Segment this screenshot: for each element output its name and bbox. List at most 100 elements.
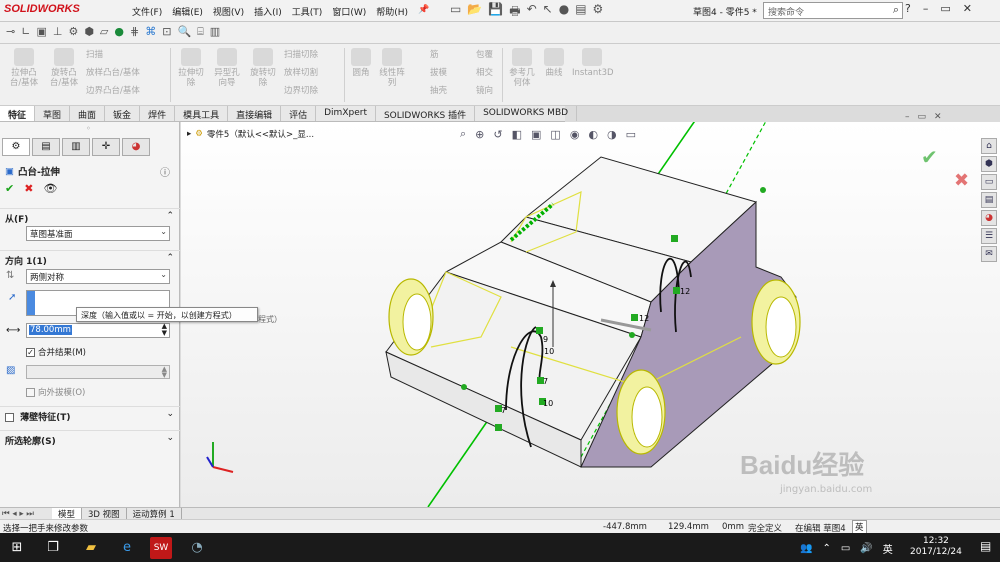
search-input[interactable]: 搜索命令 ⌕ [763, 2, 903, 19]
ime-indicator[interactable]: 英 [852, 520, 867, 534]
close-view-button[interactable]: ✕ [934, 112, 942, 122]
draft-angle-input[interactable]: ▲ ▼ [26, 365, 170, 379]
smart-dimension-icon[interactable]: ⊸ [6, 25, 15, 40]
tab-2[interactable]: 曲面 [70, 106, 106, 121]
relations-icon[interactable]: ⊥ [53, 25, 63, 40]
menu-help[interactable]: 帮助(H) [376, 5, 408, 18]
appearance-icon[interactable]: ◐ [588, 128, 598, 141]
options-icon[interactable]: ⚙ [593, 2, 604, 23]
checkbox-icon[interactable] [26, 387, 35, 397]
collapse-chevron-icon[interactable]: ⌃ [166, 211, 174, 221]
app-icon[interactable]: ◔ [186, 537, 208, 559]
property-manager-tab[interactable]: ▤ [32, 138, 60, 156]
view-orientation-icon[interactable]: ▣ [531, 128, 541, 141]
file-explorer-icon[interactable]: ▰ [80, 537, 102, 559]
boundary-cut-button[interactable]: 边界切除 [284, 86, 318, 97]
intersect-button[interactable]: 相交 [476, 68, 493, 79]
edge-icon[interactable]: e [116, 537, 138, 559]
tab-scroll-arrows-icon[interactable]: ⏮ ◂ ▸ ⏭ [0, 509, 52, 519]
notifications-icon[interactable]: ▤ [980, 539, 991, 553]
tab-4[interactable]: 焊件 [140, 106, 176, 121]
from-section[interactable]: 从(F) ⌃ [0, 208, 180, 226]
clock[interactable]: 12:32 2017/12/24 [910, 536, 962, 558]
rebuild-icon[interactable]: ● [559, 2, 569, 23]
tab-1[interactable]: 草图 [35, 106, 71, 121]
task-view-icon[interactable]: ❐ [42, 537, 64, 559]
drag-handle-icon[interactable]: ◦ [86, 124, 91, 133]
preview-icon[interactable]: 👁 [43, 182, 57, 195]
tab-8[interactable]: DimXpert [316, 106, 376, 121]
file-properties-icon[interactable]: ▤ [575, 2, 586, 23]
select-icon[interactable]: ↖ [543, 2, 553, 23]
sweep-button[interactable]: 扫描 [86, 50, 103, 61]
sweep-cut-button[interactable]: 扫描切除 [284, 50, 318, 61]
expand-arrow-icon[interactable]: ▸ [187, 129, 191, 139]
zoom-to-fit-icon[interactable]: ⌕ [460, 127, 466, 141]
tab-7[interactable]: 评估 [281, 106, 317, 121]
dimxpert-tab[interactable]: ✛ [92, 138, 120, 156]
pin-icon[interactable]: 📌 [418, 5, 429, 18]
close-button[interactable]: ✕ [963, 2, 972, 15]
hide-show-icon[interactable]: ◉ [570, 128, 580, 141]
print-icon[interactable]: 🖶 [509, 2, 520, 23]
loft-boss-button[interactable]: 放样凸台/基体 [86, 68, 140, 79]
grid-icon[interactable]: ⋕ [130, 25, 139, 40]
sketch-icon[interactable]: ⌘ [145, 25, 156, 40]
extrude-boss-button[interactable]: 拉伸凸 台/基体 [6, 48, 42, 88]
chevron-down-icon[interactable]: ⌄ [166, 433, 174, 443]
chevron-down-icon[interactable]: ⌄ [166, 409, 174, 419]
resources-icon[interactable]: ⬢ [981, 156, 997, 172]
plane-icon[interactable]: ▱ [100, 25, 108, 40]
tab-3[interactable]: 钣金 [105, 106, 141, 121]
direction-section[interactable]: 方向 1(1) ⌃ [0, 250, 180, 268]
menu-view[interactable]: 视图(V) [213, 5, 244, 18]
draft-outward-checkbox[interactable]: 向外拔模(O) [26, 386, 85, 398]
section-view-icon[interactable]: ◧ [512, 128, 522, 141]
zoom-icon[interactable]: 🔍 [177, 25, 191, 40]
windows-start-icon[interactable]: ⊞ [6, 537, 28, 559]
taskbar-ime[interactable]: 英 [883, 541, 893, 556]
shell-button[interactable]: 抽壳 [430, 86, 447, 97]
menu-window[interactable]: 窗口(W) [332, 5, 366, 18]
tab-6[interactable]: 直接编辑 [228, 106, 282, 121]
scene-icon[interactable]: ◑ [607, 128, 617, 141]
reference-geometry-button[interactable]: 参考几 何体 [506, 48, 538, 88]
menu-edit[interactable]: 编辑(E) [172, 5, 203, 18]
hole-wizard-button[interactable]: 异型孔 向导 [210, 48, 244, 88]
selected-contours-section[interactable]: 所选轮廓(S) ⌄ [0, 430, 180, 448]
fillet-button[interactable]: 圆角 [348, 48, 374, 78]
minimize-button[interactable]: – [923, 2, 929, 15]
zoom-area-icon[interactable]: ⊕ [475, 128, 484, 141]
appearance-palette-icon[interactable]: ◕ [981, 210, 997, 226]
people-icon[interactable]: 👥 [800, 543, 812, 554]
model-view[interactable]: 12 12 10 9 7 7 10 ✔ ✖ [181, 111, 1000, 508]
network-icon[interactable]: ▭ [841, 543, 850, 554]
tab-9[interactable]: SOLIDWORKS 插件 [376, 106, 476, 121]
revolve-cut-button[interactable]: 旋转切除 [246, 48, 280, 88]
model-tab-0[interactable]: 模型 [52, 507, 83, 520]
dim-icon[interactable]: ⊡ [162, 25, 171, 40]
draft-button[interactable]: 拔模 [430, 68, 447, 79]
merge-result-checkbox[interactable]: ✓ 合并结果(M) [26, 346, 86, 358]
model-tab-1[interactable]: 3D 视图 [82, 507, 127, 520]
menu-insert[interactable]: 插入(I) [254, 5, 282, 18]
home-icon[interactable]: ⌂ [981, 138, 997, 154]
list-icon[interactable]: ☰ [981, 228, 997, 244]
folder-icon[interactable]: ▭ [981, 174, 997, 190]
line-icon[interactable]: ∟ [21, 25, 30, 40]
display-manager-tab[interactable]: ◕ [122, 138, 150, 156]
chevron-up-icon[interactable]: ⌃ [822, 543, 830, 554]
display-icon[interactable]: ▣ [36, 25, 46, 40]
view-settings-icon[interactable]: ▭ [626, 128, 636, 141]
checkbox-icon[interactable]: ✓ [26, 347, 35, 357]
tab-10[interactable]: SOLIDWORKS MBD [475, 106, 578, 121]
ok-button[interactable]: ✔ [5, 182, 14, 195]
linear-pattern-button[interactable]: 线性阵列 [376, 48, 408, 88]
tab-5[interactable]: 模具工具 [175, 106, 229, 121]
help-icon[interactable]: ⓘ [160, 164, 170, 179]
rib-button[interactable]: 筋 [430, 50, 439, 61]
solidworks-taskbar-icon[interactable]: SW [150, 537, 172, 559]
binoculars-icon[interactable]: ⌸ [197, 25, 204, 40]
sheet-icon[interactable]: ▥ [210, 25, 220, 40]
save-icon[interactable]: 💾 [488, 2, 503, 23]
